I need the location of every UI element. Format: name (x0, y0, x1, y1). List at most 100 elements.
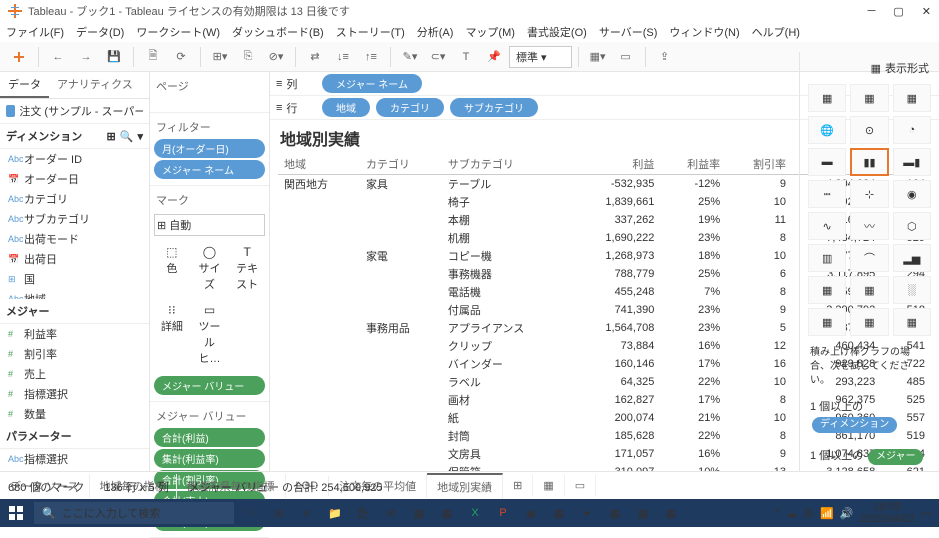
viz-type-icon[interactable]: ⊙ (850, 116, 888, 144)
chrome-icon[interactable]: ◉ (518, 501, 544, 525)
mail-icon[interactable]: ✉ (378, 501, 404, 525)
measure-field[interactable]: #割引率 (0, 344, 149, 364)
menu-map[interactable]: マップ(M) (465, 24, 515, 40)
col-pill[interactable]: メジャー ネーム (322, 74, 422, 93)
new-datasource-icon[interactable]: 🗎 (140, 46, 166, 68)
menu-format[interactable]: 書式設定(O) (527, 24, 587, 40)
search-icon[interactable]: 🔍 (120, 130, 134, 143)
taskbar-clock[interactable]: 16:552020/04/02 (860, 501, 915, 525)
tray-up-icon[interactable]: ^ (775, 507, 780, 519)
row-pill[interactable]: 地域 (322, 98, 370, 117)
viz-type-icon[interactable]: ▦ (850, 308, 888, 336)
highlight-icon[interactable]: ✎▾ (397, 46, 423, 68)
filter-pill[interactable]: メジャー ネーム (154, 160, 265, 179)
marks-pill[interactable]: メジャー バリュー (154, 376, 265, 395)
viz-type-icon[interactable]: ⬡ (893, 212, 931, 240)
pages-shelf[interactable]: ページ (154, 76, 265, 96)
show-me-header[interactable]: ▦表示形式 (804, 56, 935, 80)
sort-desc-icon[interactable]: ↑≡ (358, 46, 384, 68)
system-tray[interactable]: ^ ☁ あ 📶 🔊 16:552020/04/02 ▭ (767, 501, 939, 525)
viz-type-icon[interactable]: ▥ (808, 244, 846, 272)
view-toggle-icon[interactable]: ⊞ (107, 130, 116, 143)
menu-analysis[interactable]: 分析(A) (417, 24, 454, 40)
maximize-icon[interactable]: ▢ (893, 5, 903, 18)
column-header[interactable]: 割引率 (726, 154, 792, 175)
present-icon[interactable]: ▭ (613, 46, 639, 68)
viz-type-icon[interactable]: ▦ (808, 84, 846, 112)
sort-asc-icon[interactable]: ↓≡ (330, 46, 356, 68)
parameter-field[interactable]: Abc指標選択 (0, 449, 149, 469)
viz-type-icon[interactable]: ▦ (850, 84, 888, 112)
new-story-icon[interactable]: ▭ (565, 475, 596, 496)
measure-field[interactable]: #利益率 (0, 324, 149, 344)
close-icon[interactable]: ✕ (922, 5, 931, 18)
datasource-item[interactable]: 注文 (サンプル - スーパースト… (0, 99, 149, 124)
marks-color[interactable]: ⬚色 (154, 240, 190, 296)
tableau-icon[interactable]: ✦ (574, 501, 600, 525)
viz-type-icon[interactable]: ⌒ (850, 244, 888, 272)
viz-type-icon[interactable]: ▦ (893, 308, 931, 336)
viz-type-icon[interactable]: ▦ (808, 276, 846, 304)
tab-data[interactable]: データ (0, 72, 49, 98)
tab-analytics[interactable]: アナリティクス (49, 72, 141, 98)
pin-icon[interactable]: 📌 (481, 46, 507, 68)
marks-text[interactable]: Tテキスト (229, 240, 265, 296)
menu-help[interactable]: ヘルプ(H) (752, 24, 800, 40)
labels-icon[interactable]: T (453, 46, 479, 68)
wifi-icon[interactable]: 📶 (820, 507, 834, 520)
viz-type-icon[interactable]: ░ (893, 276, 931, 304)
forward-icon[interactable]: → (73, 46, 99, 68)
tableau-home-icon[interactable] (6, 46, 32, 68)
viz-type-icon[interactable]: ◉ (893, 180, 931, 208)
marks-type-select[interactable]: ⊞ 自動 (154, 214, 265, 236)
column-header[interactable]: サブカテゴリ (442, 154, 571, 175)
viz-type-icon[interactable]: ◔ (893, 116, 931, 144)
start-button[interactable] (0, 506, 32, 520)
taskbar-search[interactable]: 🔍ここに入力して検索 (34, 502, 234, 524)
viz-type-icon[interactable]: 🌐 (808, 116, 846, 144)
row-pill[interactable]: カテゴリ (376, 98, 444, 117)
input-icon[interactable]: あ (803, 505, 814, 521)
edge-icon[interactable]: e (294, 501, 320, 525)
dimension-field[interactable]: Abc出荷モード (0, 229, 149, 249)
viz-type-icon[interactable]: ▬▮ (893, 148, 931, 176)
minimize-icon[interactable]: ─ (868, 5, 876, 18)
cortana-icon[interactable]: ○ (238, 501, 264, 525)
app-icon[interactable]: ▦ (658, 501, 684, 525)
dimension-field[interactable]: 📅オーダー日 (0, 169, 149, 189)
duplicate-icon[interactable]: ⎘ (235, 46, 261, 68)
volume-icon[interactable]: 🔊 (840, 507, 854, 520)
new-sheet-icon[interactable]: ⊞ (503, 475, 533, 496)
dimension-field[interactable]: Abcサブカテゴリ (0, 209, 149, 229)
menu-server[interactable]: サーバー(S) (599, 24, 658, 40)
app-icon[interactable]: ▦ (602, 501, 628, 525)
viz-type-icon[interactable]: ▦ (808, 308, 846, 336)
measure-value-pill[interactable]: 集計(利益率) (154, 449, 265, 468)
marks-tooltip[interactable]: ▭ツールヒ… (192, 298, 228, 370)
onedrive-icon[interactable]: ☁ (786, 507, 797, 520)
viz-type-icon[interactable]: ▬ (808, 148, 846, 176)
app-icon[interactable]: ▦ (546, 501, 572, 525)
measure-field[interactable]: #売上 (0, 364, 149, 384)
excel-icon[interactable]: X (462, 501, 488, 525)
group-icon[interactable]: ⊂▾ (425, 46, 451, 68)
store-icon[interactable]: 🛍 (350, 501, 376, 525)
viz-type-icon[interactable]: ⊹ (850, 180, 888, 208)
app-icon[interactable]: ▦ (434, 501, 460, 525)
column-header[interactable]: カテゴリ (360, 154, 442, 175)
marks-detail[interactable]: ⁝⁝詳細 (154, 298, 190, 370)
taskview-icon[interactable]: ⊞ (266, 501, 292, 525)
measure-value-pill[interactable]: 合計(利益) (154, 428, 265, 447)
column-header[interactable]: 地域 (278, 154, 360, 175)
app-icon[interactable]: ▦ (630, 501, 656, 525)
column-header[interactable]: 利益 (571, 154, 660, 175)
measure-field[interactable]: #指標選択 (0, 384, 149, 404)
explorer-icon[interactable]: 📁 (322, 501, 348, 525)
menu-window[interactable]: ウィンドウ(N) (669, 24, 739, 40)
viz-type-icon[interactable]: ∿ (808, 212, 846, 240)
menu-data[interactable]: データ(D) (76, 24, 124, 40)
fit-select[interactable]: 標準 ▾ (509, 46, 572, 68)
menu-worksheet[interactable]: ワークシート(W) (136, 24, 220, 40)
sheet-tab-active[interactable]: 地域別実績 (427, 473, 503, 499)
viz-type-icon[interactable]: 〰 (850, 212, 888, 240)
